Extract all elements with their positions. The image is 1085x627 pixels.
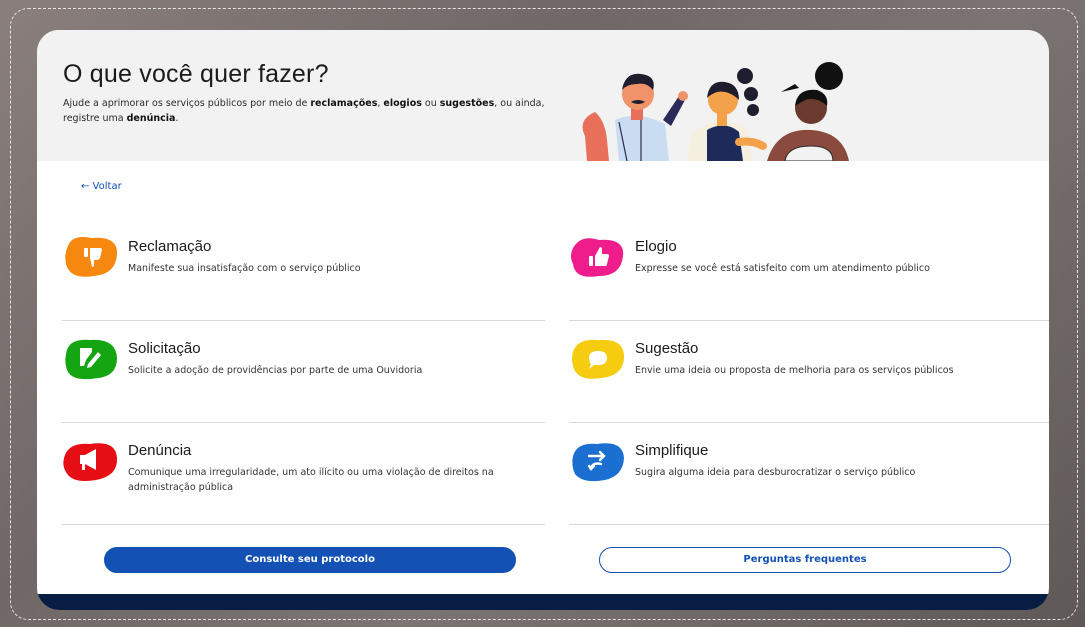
main-card: O que você quer fazer? Ajude a aprimorar… [37, 30, 1049, 610]
shuffle-arrows-icon [572, 443, 624, 482]
chat-bubble-icon [572, 339, 625, 379]
faq-button[interactable]: Perguntas frequentes [599, 547, 1011, 573]
thumbs-up-icon [571, 238, 624, 277]
page-subtitle: Ajude a aprimorar os serviços públicos p… [63, 98, 545, 124]
option-description: Comunique uma irregularidade, um ato ilí… [128, 467, 494, 493]
back-link[interactable]: ← Voltar [81, 181, 122, 192]
option-description: Expresse se você está satisfeito com um … [635, 263, 930, 274]
megaphone-icon [63, 443, 118, 481]
option-solicitacao[interactable]: Solicitação Solicite a adoção de providê… [62, 322, 545, 423]
hero-banner: O que você quer fazer? Ajude a aprimorar… [37, 30, 1049, 161]
option-title: Denúncia [128, 442, 192, 459]
option-description: Manifeste sua insatisfação com o serviço… [128, 263, 361, 274]
footer-bar [37, 594, 1049, 610]
thumbs-down-icon [65, 237, 118, 277]
option-sugestao[interactable]: Sugestão Envie uma ideia ou proposta de … [569, 322, 1049, 423]
consult-protocol-button[interactable]: Consulte seu protocolo [104, 547, 516, 573]
option-description: Envie uma ideia ou proposta de melhoria … [635, 365, 954, 376]
option-title: Reclamação [128, 238, 212, 255]
document-edit-icon [65, 339, 117, 380]
option-title: Simplifique [635, 442, 709, 459]
option-description: Sugira alguma ideia para desburocratizar… [635, 467, 916, 478]
option-reclamacao[interactable]: Reclamação Manifeste sua insatisfação co… [62, 220, 545, 321]
option-elogio[interactable]: Elogio Expresse se você está satisfeito … [569, 220, 1049, 321]
option-denuncia[interactable]: Denúncia Comunique uma irregularidade, u… [62, 424, 545, 525]
option-title: Solicitação [128, 340, 201, 357]
page-title: O que você quer fazer? [63, 60, 329, 88]
option-description: Solicite a adoção de providências por pa… [128, 365, 423, 376]
option-title: Sugestão [635, 340, 699, 357]
people-illustration [582, 62, 849, 161]
option-title: Elogio [635, 238, 677, 255]
option-simplifique[interactable]: Simplifique Sugira alguma ideia para des… [569, 424, 1049, 525]
